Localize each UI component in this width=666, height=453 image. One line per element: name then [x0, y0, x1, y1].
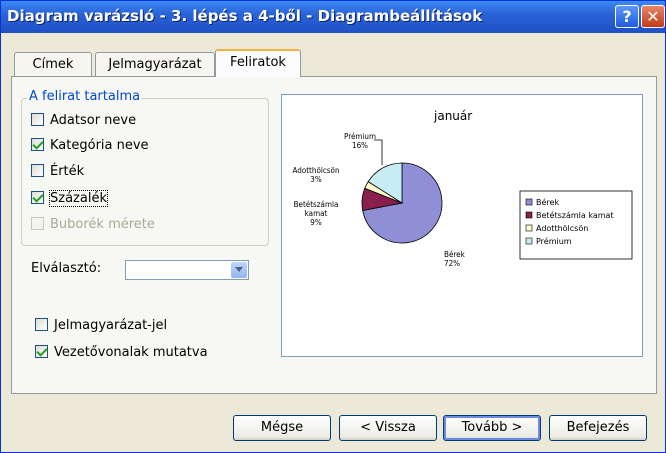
leader-lines-option[interactable]: Vezetővonalak mutatva: [35, 343, 208, 363]
legend-swatch-3: [525, 224, 533, 232]
category-name-label: Kategória neve: [50, 138, 149, 153]
cancel-button[interactable]: Mégse: [233, 415, 331, 441]
data-label-1: Bérek 72%: [444, 249, 466, 268]
legend-swatch-2: [525, 211, 533, 219]
legend-key-option[interactable]: Jelmagyarázat-jel: [35, 316, 167, 336]
legend-key-checkbox[interactable]: [35, 318, 48, 331]
category-name-checkbox[interactable]: [31, 138, 44, 151]
legend-entry-4: Prémium: [536, 236, 572, 246]
percentage-label: Százalék: [49, 190, 108, 207]
tab-titles[interactable]: Címek: [14, 52, 92, 76]
legend-swatch-4: [525, 237, 533, 245]
legend-swatch-1: [525, 198, 533, 206]
data-label-3: Adotthölcsön 3%: [292, 166, 339, 184]
value-checkbox[interactable]: [31, 164, 44, 177]
help-button[interactable]: ?: [615, 5, 639, 28]
legend-entry-2: Betétszámla kamat: [536, 210, 614, 220]
value-label: Érték: [50, 164, 85, 179]
bubble-size-checkbox: [31, 217, 44, 230]
title-bar[interactable]: Diagram varázsló - 3. lépés a 4-ből - Di…: [1, 1, 665, 33]
finish-button[interactable]: Befejezés: [549, 415, 647, 441]
leader-lines-checkbox[interactable]: [35, 345, 48, 358]
legend-entry-1: Bérek: [536, 197, 559, 207]
percentage-checkbox[interactable]: [31, 191, 44, 204]
chart-title: január: [433, 109, 472, 123]
series-name-option[interactable]: Adatsor neve: [31, 111, 136, 131]
series-name-checkbox[interactable]: [31, 113, 44, 126]
leader-lines-label: Vezetővonalak mutatva: [54, 345, 208, 360]
pie-chart: január Bérek 72% Betétszámla kamat 9% Adotthö…: [292, 109, 633, 268]
category-name-option[interactable]: Kategória neve: [31, 136, 149, 156]
separator-label: Elválasztó:: [31, 261, 102, 276]
close-button[interactable]: ✕: [641, 5, 665, 28]
bubble-size-option: Buborék mérete: [31, 215, 155, 235]
tab-data-labels[interactable]: Feliratok: [215, 49, 301, 77]
leader-line: [374, 139, 383, 165]
separator-select[interactable]: [125, 260, 249, 280]
legend-entry-3: Adotthölcsön: [536, 224, 588, 233]
percentage-option[interactable]: Százalék: [31, 189, 108, 209]
chart-wizard-dialog: Diagram varázsló - 3. lépés a 4-ből - Di…: [0, 0, 666, 453]
tab-legend[interactable]: Jelmagyarázat: [95, 52, 215, 76]
data-label-4: Prémium 16%: [344, 131, 376, 150]
bubble-size-label: Buborék mérete: [50, 217, 155, 232]
chevron-down-icon[interactable]: [231, 262, 247, 278]
series-name-label: Adatsor neve: [50, 113, 137, 128]
next-button[interactable]: Tovább >: [443, 415, 541, 441]
legend-key-label: Jelmagyarázat-jel: [54, 318, 168, 333]
chart-preview: január Bérek 72% Betétszámla kamat 9% Adotthö…: [281, 94, 643, 357]
value-option[interactable]: Érték: [31, 162, 84, 182]
group-legend: A felirat tartalma: [27, 89, 143, 104]
window-title: Diagram varázsló - 3. lépés a 4-ből - Di…: [7, 7, 483, 25]
data-label-2: Betétszámla kamat 9%: [294, 199, 339, 227]
back-button[interactable]: < Vissza: [339, 415, 437, 441]
